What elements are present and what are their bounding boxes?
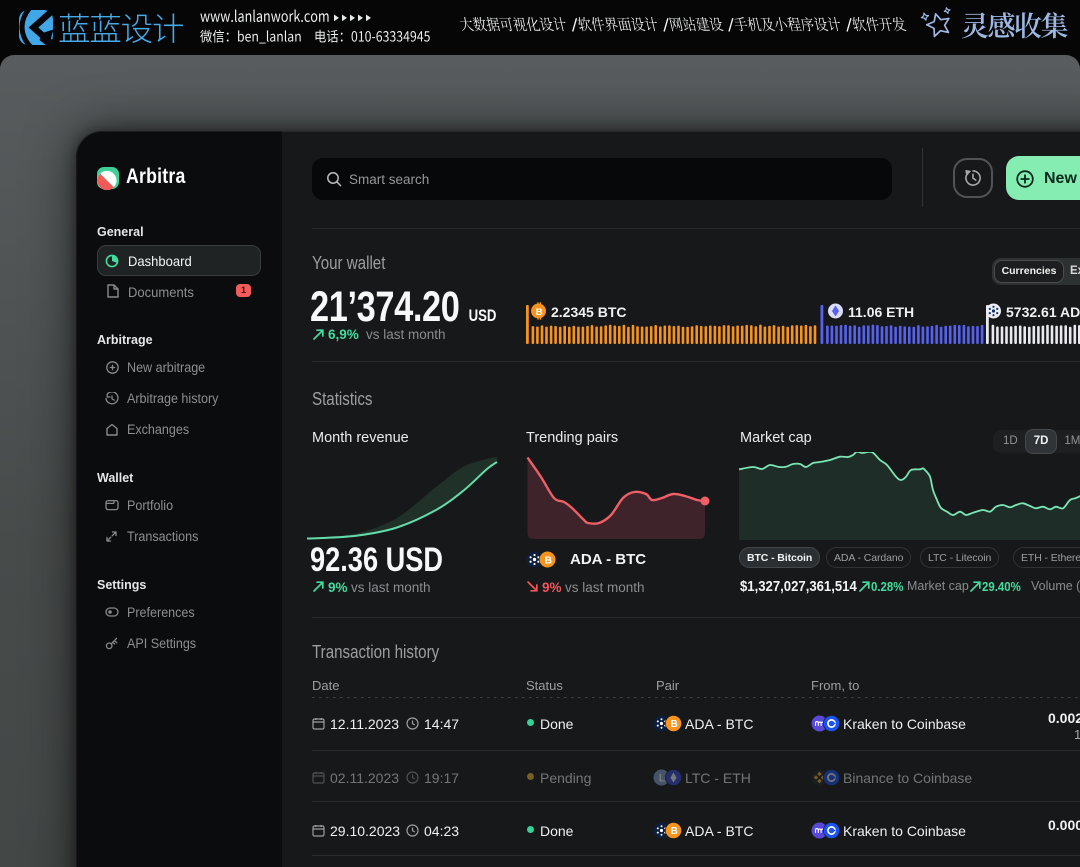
- svg-text:B: B: [671, 826, 678, 837]
- svg-text:B: B: [536, 307, 543, 318]
- svg-text:B: B: [671, 719, 678, 730]
- svg-text:L: L: [659, 772, 666, 784]
- svg-text:B: B: [545, 554, 553, 566]
